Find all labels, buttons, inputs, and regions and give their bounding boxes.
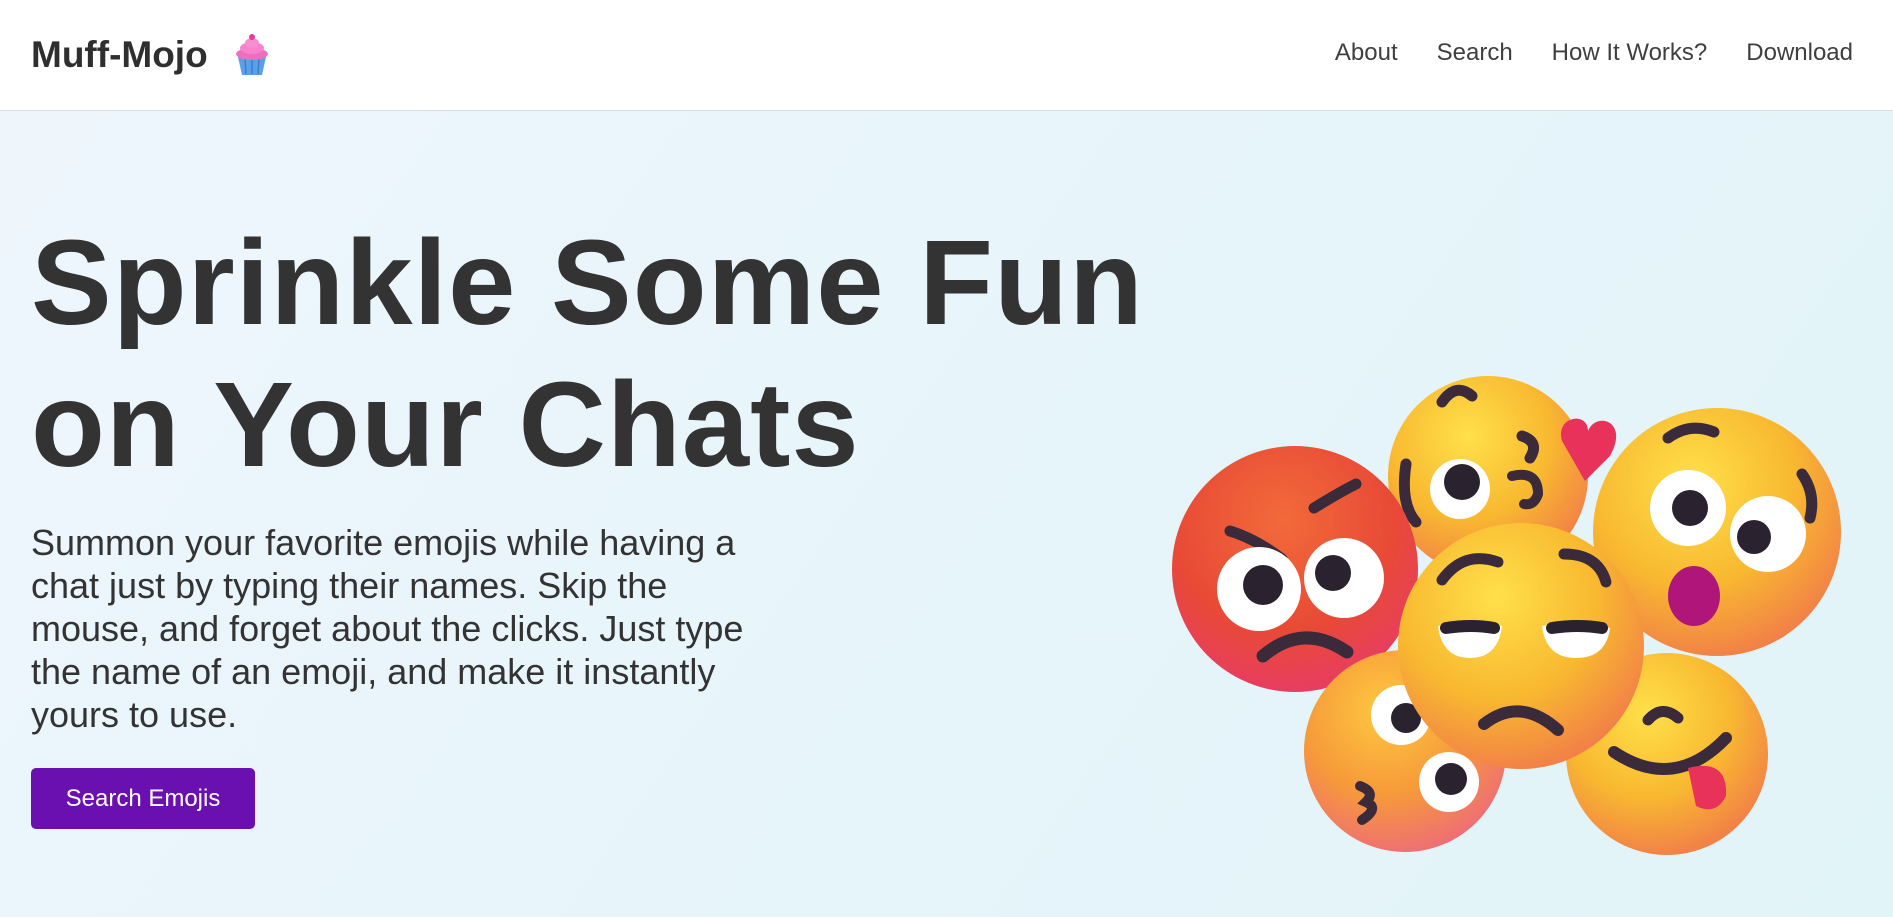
hero-headline: Sprinkle Some Fun on Your Chats [31, 211, 1211, 495]
search-emojis-button[interactable]: Search Emojis [31, 768, 255, 829]
hero-section: Sprinkle Some Fun on Your Chats Summon y… [0, 111, 1893, 917]
navbar: Muff-Mojo About Search How It Works? Dow… [0, 0, 1893, 111]
headline-line-1: Sprinkle Some Fun [31, 214, 1144, 350]
nav-link-about[interactable]: About [1335, 38, 1398, 68]
unamused-face-emoji [1398, 523, 1644, 769]
emoji-cluster-illustration [1172, 376, 1841, 855]
brand[interactable]: Muff-Mojo [31, 33, 270, 77]
nav-link-download[interactable]: Download [1746, 38, 1853, 68]
nav-link-how-it-works[interactable]: How It Works? [1552, 38, 1708, 68]
nav-link-search[interactable]: Search [1437, 38, 1513, 68]
cupcake-icon [235, 34, 268, 75]
nav-links: About Search How It Works? Download [1335, 38, 1853, 68]
brand-name[interactable]: Muff-Mojo [31, 33, 208, 77]
headline-line-2: on Your Chats [31, 356, 860, 492]
hero-description: Summon your favorite emojis while having… [31, 522, 744, 735]
